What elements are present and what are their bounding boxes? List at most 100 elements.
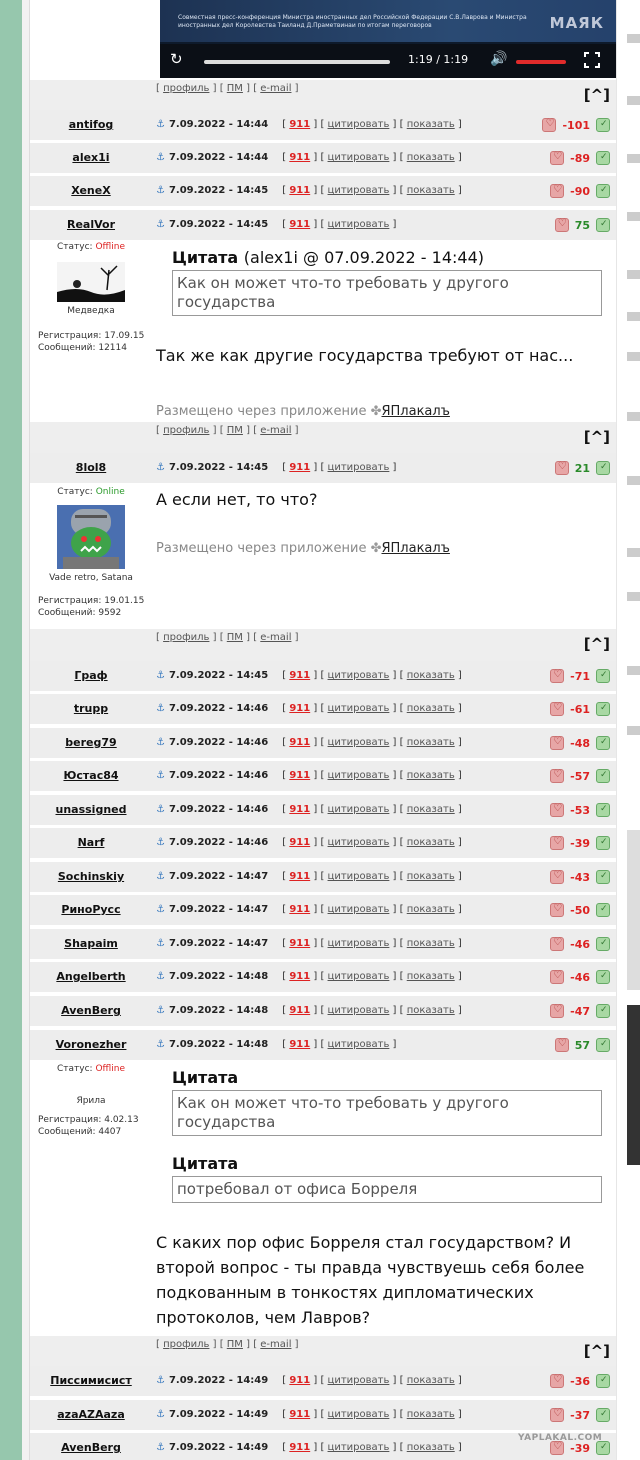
avatar[interactable]	[57, 262, 125, 302]
anchor-icon[interactable]: ⚓	[156, 1375, 165, 1386]
vote-up-icon[interactable]	[596, 870, 610, 884]
show-link[interactable]: показать	[407, 971, 455, 982]
vote-down-icon[interactable]	[542, 118, 557, 132]
post-author-link[interactable]: Angelberth	[30, 962, 152, 992]
anchor-icon[interactable]: ⚓	[156, 1039, 165, 1050]
vote-down-icon[interactable]	[550, 1441, 565, 1455]
vote-down-icon[interactable]	[550, 1374, 565, 1388]
report-911-link[interactable]: 911	[289, 462, 310, 473]
video-progress-bar[interactable]	[204, 60, 390, 64]
report-911-link[interactable]: 911	[289, 1442, 310, 1453]
vote-up-icon[interactable]	[596, 1004, 610, 1018]
report-911-link[interactable]: 911	[289, 219, 310, 230]
replay-icon[interactable]: ↻	[170, 50, 188, 68]
cite-link[interactable]: цитировать	[328, 737, 390, 748]
pm-link[interactable]: ПМ	[227, 425, 243, 436]
pm-link[interactable]: ПМ	[227, 632, 243, 643]
cite-link[interactable]: цитировать	[328, 1375, 390, 1386]
email-link[interactable]: e-mail	[260, 1339, 291, 1350]
vote-down-icon[interactable]	[554, 1038, 569, 1052]
post-author-link[interactable]: azaAZAaza	[30, 1400, 152, 1430]
cite-link[interactable]: цитировать	[328, 1409, 390, 1420]
cite-link[interactable]: цитировать	[328, 837, 390, 848]
show-link[interactable]: показать	[407, 1442, 455, 1453]
vote-down-icon[interactable]	[550, 702, 565, 716]
show-link[interactable]: показать	[407, 703, 455, 714]
email-link[interactable]: e-mail	[260, 83, 291, 94]
report-911-link[interactable]: 911	[289, 703, 310, 714]
anchor-icon[interactable]: ⚓	[156, 462, 165, 473]
show-link[interactable]: показать	[407, 904, 455, 915]
post-author-link[interactable]: Narf	[30, 828, 152, 858]
show-link[interactable]: показать	[407, 737, 455, 748]
report-911-link[interactable]: 911	[289, 1375, 310, 1386]
report-911-link[interactable]: 911	[289, 737, 310, 748]
post-author-link[interactable]: Sochinskiy	[30, 862, 152, 892]
report-911-link[interactable]: 911	[289, 971, 310, 982]
anchor-icon[interactable]: ⚓	[156, 119, 165, 130]
vote-down-icon[interactable]	[550, 669, 565, 683]
vote-up-icon[interactable]	[596, 736, 610, 750]
anchor-icon[interactable]: ⚓	[156, 152, 165, 163]
vote-up-icon[interactable]	[596, 903, 610, 917]
anchor-icon[interactable]: ⚓	[156, 770, 165, 781]
post-author-link[interactable]: Писсимисист	[30, 1366, 152, 1396]
report-911-link[interactable]: 911	[289, 1409, 310, 1420]
report-911-link[interactable]: 911	[289, 837, 310, 848]
volume-slider[interactable]	[516, 60, 566, 64]
cite-link[interactable]: цитировать	[328, 770, 390, 781]
vote-up-icon[interactable]	[596, 118, 610, 132]
vote-down-icon[interactable]	[550, 1408, 565, 1422]
vote-up-icon[interactable]	[596, 461, 610, 475]
pm-link[interactable]: ПМ	[227, 1339, 243, 1350]
report-911-link[interactable]: 911	[289, 185, 310, 196]
vote-down-icon[interactable]	[550, 937, 565, 951]
show-link[interactable]: показать	[407, 185, 455, 196]
email-link[interactable]: e-mail	[260, 632, 291, 643]
anchor-icon[interactable]: ⚓	[156, 185, 165, 196]
show-link[interactable]: показать	[407, 670, 455, 681]
profile-link[interactable]: профиль	[163, 83, 209, 94]
report-911-link[interactable]: 911	[289, 770, 310, 781]
vote-down-icon[interactable]	[550, 903, 565, 917]
cite-link[interactable]: цитировать	[328, 1039, 390, 1050]
anchor-icon[interactable]: ⚓	[156, 1005, 165, 1016]
report-911-link[interactable]: 911	[289, 804, 310, 815]
show-link[interactable]: показать	[407, 1005, 455, 1016]
post-author-link[interactable]: AvenBerg	[30, 1433, 152, 1460]
anchor-icon[interactable]: ⚓	[156, 1409, 165, 1420]
show-link[interactable]: показать	[407, 837, 455, 848]
vote-up-icon[interactable]	[596, 669, 610, 683]
cite-link[interactable]: цитировать	[328, 1442, 390, 1453]
post-author-link[interactable]: 8lol8	[30, 453, 152, 483]
vote-up-icon[interactable]	[596, 803, 610, 817]
cite-link[interactable]: цитировать	[328, 152, 390, 163]
vote-up-icon[interactable]	[596, 1374, 610, 1388]
cite-link[interactable]: цитировать	[328, 462, 390, 473]
anchor-icon[interactable]: ⚓	[156, 971, 165, 982]
cite-link[interactable]: цитировать	[328, 670, 390, 681]
video-player[interactable]: Совместная пресс-конференция Министра ин…	[160, 0, 640, 78]
profile-link[interactable]: профиль	[163, 632, 209, 643]
vote-up-icon[interactable]	[596, 1038, 610, 1052]
vote-down-icon[interactable]	[550, 736, 565, 750]
show-link[interactable]: показать	[407, 119, 455, 130]
anchor-icon[interactable]: ⚓	[156, 837, 165, 848]
show-link[interactable]: показать	[407, 1375, 455, 1386]
anchor-icon[interactable]: ⚓	[156, 670, 165, 681]
post-author-link[interactable]: RealVor	[30, 210, 152, 240]
cite-link[interactable]: цитировать	[328, 703, 390, 714]
report-911-link[interactable]: 911	[289, 1039, 310, 1050]
volume-icon[interactable]: 🔊	[490, 51, 507, 67]
report-911-link[interactable]: 911	[289, 152, 310, 163]
cite-link[interactable]: цитировать	[328, 971, 390, 982]
report-911-link[interactable]: 911	[289, 670, 310, 681]
show-link[interactable]: показать	[407, 1409, 455, 1420]
vote-down-icon[interactable]	[550, 769, 565, 783]
show-link[interactable]: показать	[407, 938, 455, 949]
cite-link[interactable]: цитировать	[328, 1005, 390, 1016]
app-link[interactable]: ЯПлакалъ	[382, 404, 450, 419]
scroll-top-button[interactable]: [^]	[584, 86, 610, 104]
post-author-link[interactable]: РиноРусс	[30, 895, 152, 925]
vote-down-icon[interactable]	[550, 151, 565, 165]
